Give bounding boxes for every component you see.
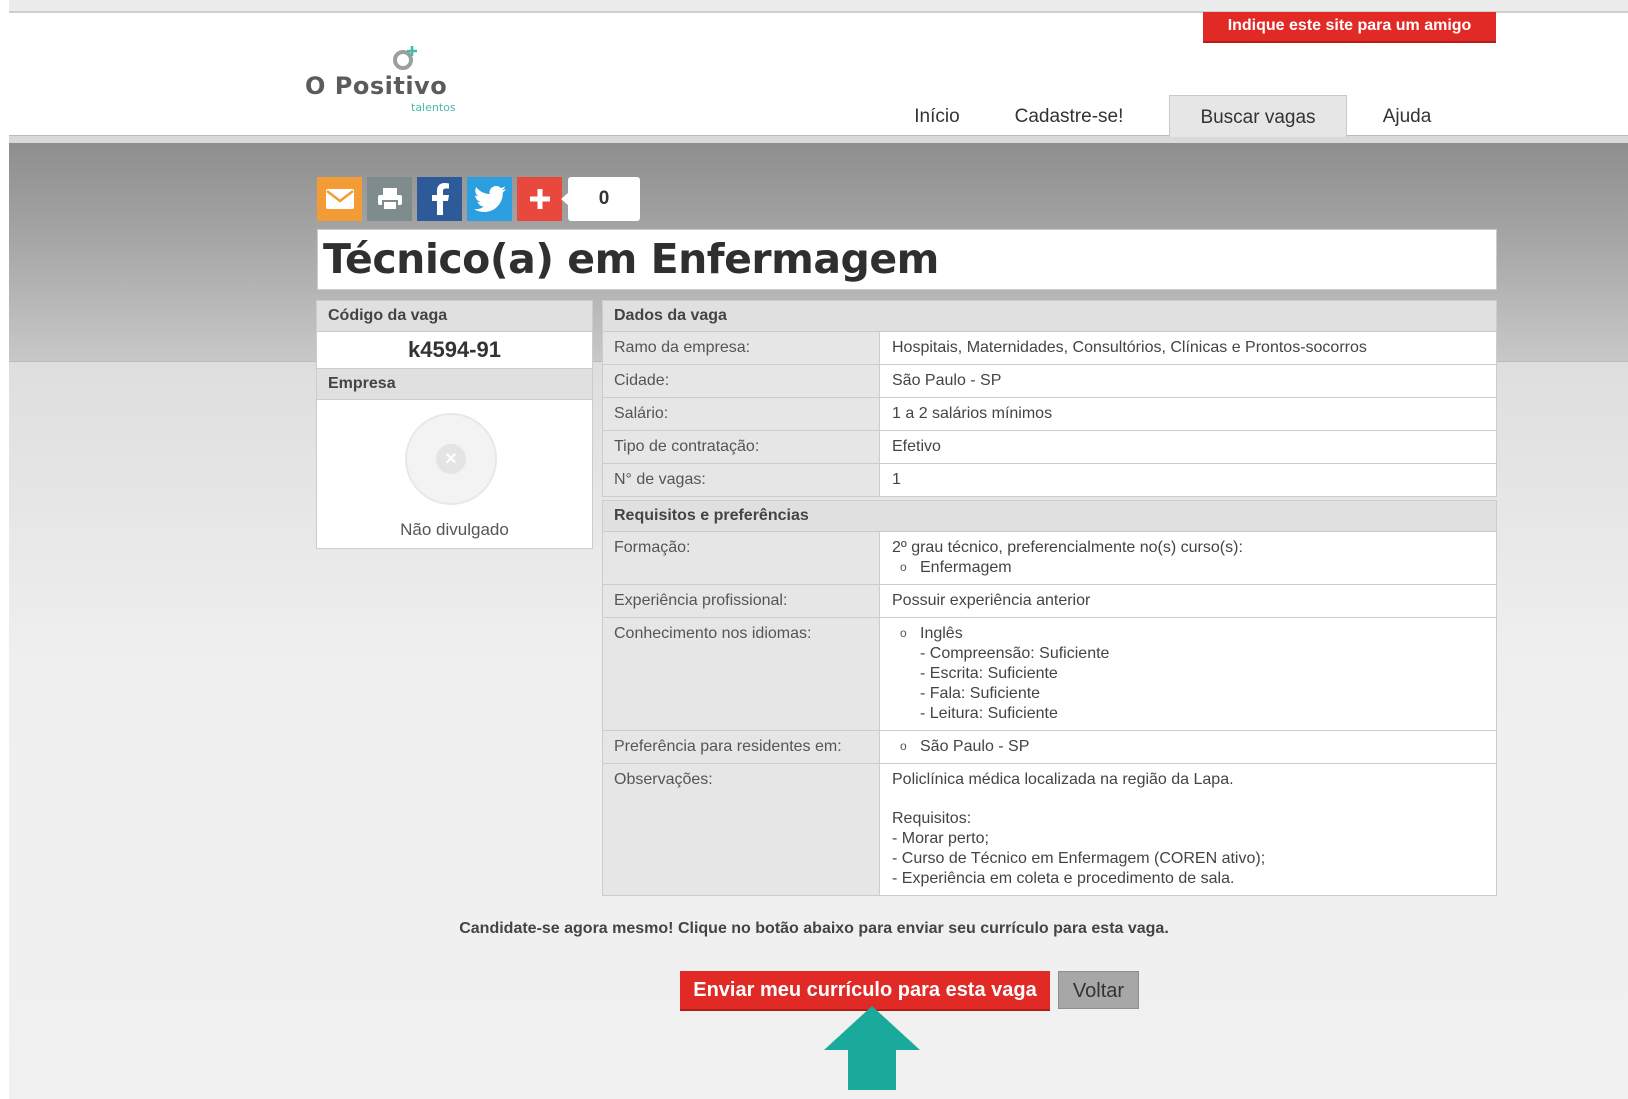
table-row: Tipo de contratação: Efetivo <box>603 431 1496 464</box>
row-label: Conhecimento nos idiomas: <box>603 618 880 730</box>
table-row: Salário: 1 a 2 salários mínimos <box>603 398 1496 431</box>
table-row: Preferência para residentes em: São Paul… <box>603 731 1496 764</box>
row-value: Inglês - Compreensão: Suficiente - Escri… <box>880 618 1496 730</box>
observation-line: Requisitos: <box>892 810 972 827</box>
apply-prompt: Candidate-se agora mesmo! Clique no botã… <box>459 920 1169 937</box>
job-data-header: Dados da vaga <box>603 301 1496 332</box>
job-sidebar: Código da vaga k4594-91 Empresa × Não di… <box>316 300 593 549</box>
arrow-up-icon <box>824 1006 920 1090</box>
twitter-share-button[interactable] <box>467 177 512 221</box>
job-data-table: Dados da vaga Ramo da empresa: Hospitais… <box>602 300 1497 497</box>
job-code: k4594-91 <box>317 332 592 369</box>
facebook-icon <box>431 183 449 215</box>
company-header: Empresa <box>317 369 592 400</box>
row-value: 1 a 2 salários mínimos <box>892 405 1053 422</box>
table-row: Ramo da empresa: Hospitais, Maternidades… <box>603 332 1496 365</box>
row-label: Preferência para residentes em: <box>603 731 880 763</box>
observation-line: - Morar perto; <box>892 830 989 847</box>
list-item: Enfermagem <box>892 557 1496 578</box>
observation-line: - Experiência em coleta e procedimento d… <box>892 870 1235 887</box>
language-detail: - Escrita: Suficiente <box>920 665 1058 682</box>
row-value: Efetivo <box>892 438 941 455</box>
formacao-text: 2º grau técnico, preferencialmente no(s)… <box>892 539 1243 556</box>
table-row: Experiência profissional: Possuir experi… <box>603 585 1496 618</box>
plus-icon <box>529 189 550 209</box>
requirements-header: Requisitos e preferências <box>603 501 1496 532</box>
row-value: Hospitais, Maternidades, Consultórios, C… <box>892 339 1367 356</box>
company-logo-placeholder-icon: × <box>405 413 497 505</box>
recommend-site-button[interactable]: Indique este site para um amigo <box>1203 12 1496 43</box>
facebook-share-button[interactable] <box>417 177 462 221</box>
table-row: Formação: 2º grau técnico, preferencialm… <box>603 532 1496 585</box>
table-row: Conhecimento nos idiomas: Inglês - Compr… <box>603 618 1496 731</box>
nav-ajuda[interactable]: Ajuda <box>1376 95 1438 136</box>
twitter-icon <box>473 186 506 212</box>
nav-inicio[interactable]: Início <box>905 95 969 136</box>
logo-subtitle: talentos <box>411 101 456 114</box>
logo-mark-icon <box>393 46 417 70</box>
row-label: Tipo de contratação: <box>603 431 880 463</box>
language-detail: - Leitura: Suficiente <box>920 705 1058 722</box>
table-row: Cidade: São Paulo - SP <box>603 365 1496 398</box>
row-value: São Paulo - SP <box>880 731 1496 763</box>
print-icon <box>377 188 402 211</box>
observation-line: - Curso de Técnico em Enfermagem (COREN … <box>892 850 1266 867</box>
share-count: 0 <box>561 177 640 221</box>
row-label: Experiência profissional: <box>603 585 880 617</box>
company-name: Não divulgado <box>400 520 509 539</box>
table-row: Observações: Policlínica médica localiza… <box>603 764 1496 895</box>
requirements-table: Requisitos e preferências Formação: 2º g… <box>602 500 1497 896</box>
row-label: Cidade: <box>603 365 880 397</box>
logo-name: O Positivo <box>305 72 448 100</box>
job-title-box: Técnico(a) em Enfermagem <box>317 229 1497 290</box>
row-label: Ramo da empresa: <box>603 332 880 364</box>
more-share-button[interactable] <box>517 177 562 221</box>
email-share-button[interactable] <box>317 177 362 221</box>
send-resume-button[interactable]: Enviar meu currículo para esta vaga <box>680 971 1050 1011</box>
row-value: 2º grau técnico, preferencialmente no(s)… <box>880 532 1496 584</box>
row-label: N° de vagas: <box>603 464 880 496</box>
list-item: São Paulo - SP <box>892 736 1496 757</box>
row-label: Salário: <box>603 398 880 430</box>
observation-text: Policlínica médica localizada na região … <box>892 771 1234 788</box>
language-detail: - Compreensão: Suficiente <box>920 645 1110 662</box>
email-icon <box>325 189 354 209</box>
job-title: Técnico(a) em Enfermagem <box>323 235 939 283</box>
back-button[interactable]: Voltar <box>1058 971 1139 1009</box>
logo[interactable]: O Positivo talentos <box>305 40 456 115</box>
row-value: Possuir experiência anterior <box>892 592 1091 609</box>
table-row: N° de vagas: 1 <box>603 464 1496 496</box>
row-label: Observações: <box>603 764 880 895</box>
row-value: Policlínica médica localizada na região … <box>880 764 1496 895</box>
row-label: Formação: <box>603 532 880 584</box>
nav-cadastre-se[interactable]: Cadastre-se! <box>999 95 1139 136</box>
row-value: São Paulo - SP <box>892 372 1002 389</box>
print-button[interactable] <box>367 177 412 221</box>
row-value: 1 <box>892 471 901 488</box>
language-detail: - Fala: Suficiente <box>920 685 1041 702</box>
code-header: Código da vaga <box>317 301 592 332</box>
nav-buscar-vagas[interactable]: Buscar vagas <box>1169 95 1347 137</box>
list-item: Inglês <box>892 623 1496 644</box>
